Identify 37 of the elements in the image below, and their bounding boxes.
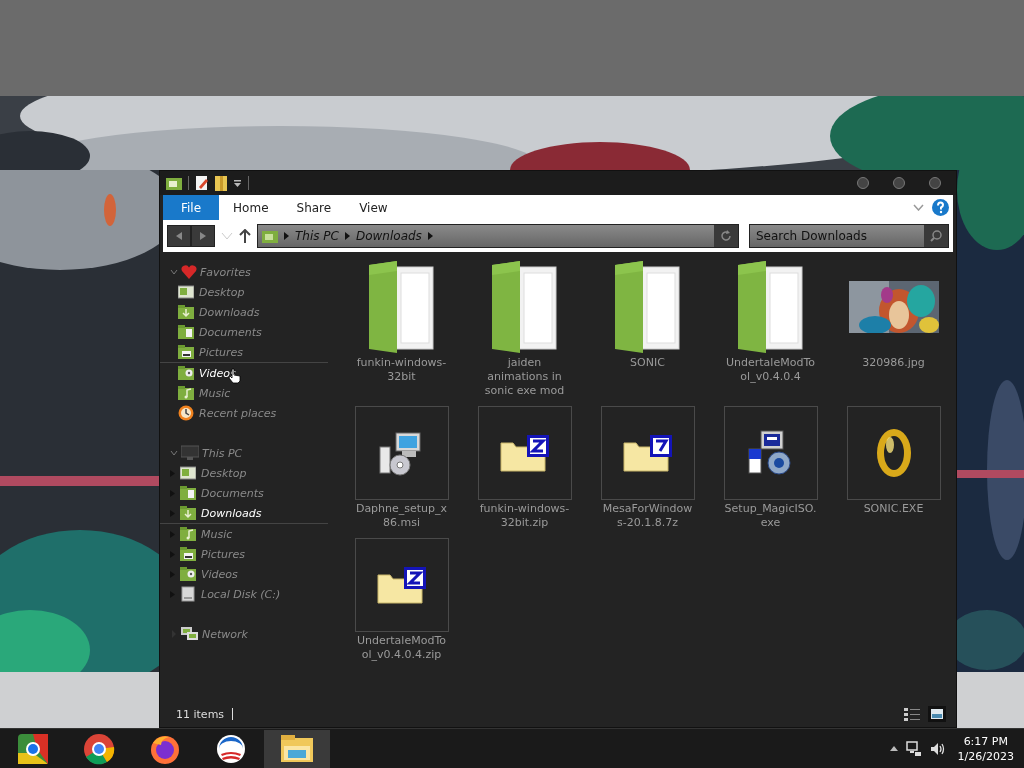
clock-time[interactable]: 6:17 PM bbox=[963, 733, 1008, 749]
item-count: 11 items bbox=[176, 707, 225, 721]
file-name[interactable]: UndertaleModTo ol_v0.4.0.4 bbox=[726, 356, 815, 384]
file-name[interactable]: SONIC bbox=[630, 356, 665, 370]
sidebar-item[interactable]: Downloads bbox=[160, 302, 328, 322]
ribbon-tab[interactable]: File bbox=[163, 195, 220, 220]
sidebar-item[interactable]: Music bbox=[160, 383, 328, 403]
sidebar-item[interactable]: Documents bbox=[160, 322, 328, 342]
file-name[interactable]: 320986.jpg bbox=[862, 356, 925, 370]
ribbon-tab[interactable]: Home bbox=[219, 195, 283, 220]
sidebar-item[interactable]: Videos bbox=[160, 564, 328, 584]
sidebar-item[interactable]: Documents bbox=[160, 483, 328, 503]
file-name[interactable]: funkin-windows- 32bit.zip bbox=[479, 502, 570, 530]
sidebar-item[interactable]: Desktop bbox=[160, 282, 328, 302]
breadcrumb[interactable]: This PC bbox=[295, 229, 339, 243]
sidebar-item[interactable]: Pictures bbox=[160, 342, 328, 362]
file-name[interactable]: UndertaleModTo ol_v0.4.0.4.zip bbox=[357, 634, 446, 662]
address-bar[interactable]: This PC Downloads bbox=[257, 224, 739, 248]
file-name[interactable]: jaiden animations in sonic exe mod bbox=[484, 356, 565, 398]
sidebar-item[interactable]: Network bbox=[202, 627, 248, 641]
sidebar-item[interactable]: Local Disk (C:) bbox=[160, 584, 328, 604]
breadcrumb[interactable]: Downloads bbox=[355, 229, 422, 243]
sidebar-item[interactable]: Downloads bbox=[160, 503, 328, 524]
file-name[interactable]: SONIC.EXE bbox=[863, 502, 924, 516]
sidebar-item[interactable]: Favorites bbox=[200, 265, 251, 279]
file-name[interactable]: Daphne_setup_x 86.msi bbox=[355, 502, 448, 530]
ribbon-tab[interactable]: View bbox=[345, 195, 402, 220]
clock-date[interactable]: 1/26/2023 bbox=[957, 748, 1014, 764]
sidebar-item[interactable]: Recent places bbox=[160, 403, 328, 423]
ribbon-tab[interactable]: Share bbox=[282, 195, 346, 220]
sidebar-item[interactable]: Music bbox=[160, 524, 328, 544]
sidebar-item[interactable]: Pictures bbox=[160, 544, 328, 564]
file-name[interactable]: MesaForWindow s-20.1.8.7z bbox=[602, 502, 693, 530]
sidebar-item[interactable]: Desktop bbox=[160, 463, 328, 483]
file-name[interactable]: Setup_MagicISO. exe bbox=[724, 502, 817, 530]
sidebar-item[interactable]: This PC bbox=[202, 446, 243, 460]
file-name[interactable]: funkin-windows- 32bit bbox=[356, 356, 447, 384]
